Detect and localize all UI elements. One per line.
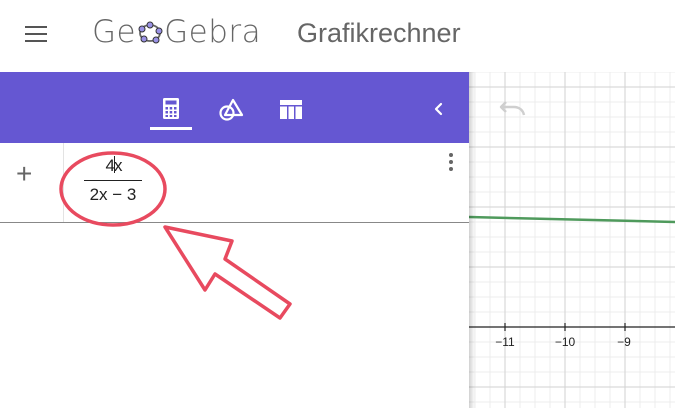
table-icon <box>280 100 302 119</box>
chevron-left-icon <box>434 102 443 116</box>
x-tick-label: −10 <box>555 335 576 349</box>
geometry-tools-icon <box>219 98 244 121</box>
more-vert-icon[interactable] <box>447 153 455 177</box>
app-header: Ge Gebra Grafikrechner <box>0 0 675 72</box>
numerator-after-caret: x <box>113 156 123 175</box>
row-separator <box>0 222 469 223</box>
x-tick-label: −11 <box>495 335 515 349</box>
expression-input[interactable]: 4x 2x − 3 <box>82 155 146 207</box>
app-title: Grafikrechner <box>297 18 461 48</box>
fraction-numerator: 4x <box>82 156 146 176</box>
graphics-view[interactable]: −11 −10 −9 <box>469 72 675 408</box>
logo-ring-icon <box>137 17 163 44</box>
panel-shadow <box>469 72 475 408</box>
logo-prefix: Ge <box>92 14 137 50</box>
add-input-button[interactable]: + <box>16 160 32 188</box>
graph-canvas[interactable]: −11 −10 −9 <box>469 72 675 408</box>
x-tick-label: −9 <box>617 335 631 349</box>
fraction-denominator: 2x − 3 <box>89 185 137 204</box>
tab-algebra[interactable] <box>156 94 186 124</box>
function-curve <box>469 215 675 224</box>
active-tab-indicator <box>150 127 192 130</box>
geogebra-logo: Ge Gebra <box>92 14 261 50</box>
undo-icon <box>499 101 526 116</box>
tab-tools[interactable] <box>216 94 246 124</box>
algebra-view: + 4x 2x − 3 <box>0 143 469 408</box>
fraction-bar <box>84 180 142 181</box>
hamburger-menu-icon[interactable] <box>25 24 49 44</box>
undo-button[interactable] <box>498 96 528 118</box>
algebra-toolbar <box>0 72 469 143</box>
calculator-icon <box>163 98 179 119</box>
tab-table[interactable] <box>276 94 306 124</box>
collapse-panel-button[interactable] <box>425 94 455 124</box>
logo-suffix: Gebra <box>164 14 262 50</box>
row-marble-divider <box>63 143 64 222</box>
